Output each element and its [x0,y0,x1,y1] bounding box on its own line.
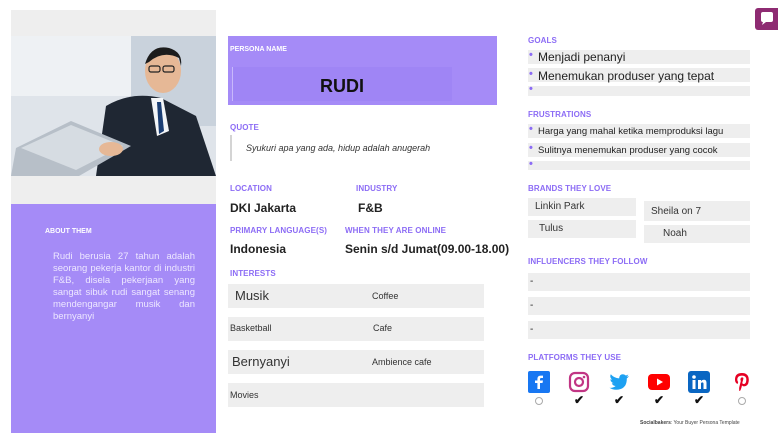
brands-label: BRANDS THEY LOVE [528,184,612,193]
frustration-row [528,161,750,170]
businessman-illustration [11,36,216,176]
quote-label: QUOTE [230,123,259,132]
industry-label: INDUSTRY [356,184,398,193]
brand-item: Sheila on 7 [644,201,750,221]
linkedin-icon[interactable] [688,371,710,393]
photo-bottom-strip [11,176,216,204]
persona-name: RUDI [320,76,364,96]
location-value: DKI Jakarta [230,201,297,215]
youtube-icon[interactable] [648,371,670,393]
interest-item: Movies [230,390,259,400]
quote-text: Syukuri apa yang ada, hidup adalah anuge… [246,143,431,153]
influencers-label: INFLUENCERS THEY FOLLOW [528,257,648,266]
interest-item: Cafe [373,323,393,333]
goal-row [528,86,750,96]
location-label: LOCATION [230,184,272,193]
platform-unchecked-radio[interactable] [738,397,746,405]
influencer-item: - [528,273,750,291]
footer-note: Socialbakers: Your Buyer Persona Templat… [640,420,740,426]
bullet-icon: • [529,158,533,170]
online-value: Senin s/d Jumat(09.00-18.00) [345,242,510,256]
influencer-item: - [528,297,750,315]
frustration-item: Sulitnya menemukan produser yang cocok [538,145,718,156]
interests-label: INTERESTS [230,269,276,278]
goal-item: Menemukan produser yang tepat [538,69,715,83]
goals-label: GOALS [528,36,557,45]
check-icon[interactable]: ✔ [568,393,590,407]
influencer-item: - [528,321,750,339]
footer-text: : Your Buyer Persona Template [670,420,740,426]
top-strip [11,10,216,36]
interest-item: Musik [235,288,269,303]
pinterest-icon[interactable] [731,371,753,393]
twitter-icon[interactable] [608,371,630,393]
frustrations-label: FRUSTRATIONS [528,110,592,119]
bullet-icon: • [529,68,533,80]
language-label: PRIMARY LANGUAGE(S) [230,226,328,235]
socialbakers-logo-icon [755,8,778,30]
check-icon[interactable]: ✔ [688,393,710,407]
bullet-icon: • [529,142,533,154]
bullet-icon: • [529,49,533,61]
check-icon[interactable]: ✔ [608,393,630,407]
frustration-item: Harga yang mahal ketika memproduksi lagu [538,126,724,137]
persona-name-label: PERSONA NAME [230,46,287,53]
brand-item: Noah [644,225,750,243]
about-text: Rudi berusia 27 tahun adalah seorang pek… [53,251,195,322]
bullet-icon: • [529,83,533,95]
brand-item: Linkin Park [528,198,636,216]
interest-item: Bernyanyi [232,354,290,369]
check-icon[interactable]: ✔ [648,393,670,407]
platforms-label: PLATFORMS THEY USE [528,353,622,362]
persona-photo [11,36,216,176]
interest-item: Basketball [230,323,272,333]
industry-value: F&B [358,201,383,215]
goal-item: Menjadi penanyi [538,50,626,64]
platform-unchecked-radio[interactable] [535,397,543,405]
footer-brand: Socialbakers [640,420,671,426]
brand-item: Tulus [528,220,636,238]
interest-row [228,383,484,407]
interest-item: Coffee [372,291,399,301]
bullet-icon: • [529,123,533,135]
online-label: WHEN THEY ARE ONLINE [345,226,447,235]
instagram-icon[interactable] [568,371,590,393]
about-title: ABOUT THEM [45,228,92,235]
interest-item: Ambience cafe [372,357,432,367]
language-value: Indonesia [230,242,287,256]
facebook-icon[interactable] [528,371,550,393]
